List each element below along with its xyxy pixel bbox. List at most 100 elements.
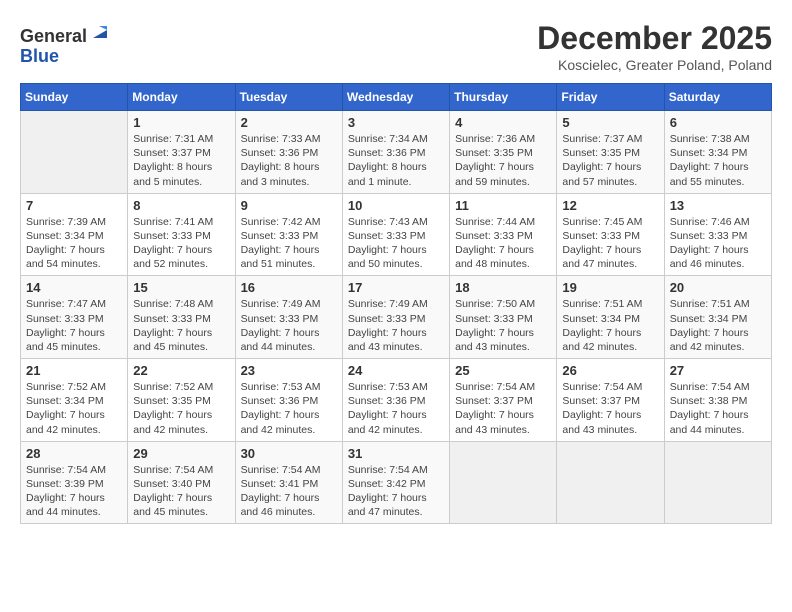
calendar-cell: 26 Sunrise: 7:54 AM Sunset: 3:37 PM Dayli… bbox=[557, 359, 664, 442]
day-number: 22 bbox=[133, 363, 229, 378]
location: Koscielec, Greater Poland, Poland bbox=[537, 57, 772, 73]
calendar-cell: 13 Sunrise: 7:46 AM Sunset: 3:33 PM Dayli… bbox=[664, 193, 771, 276]
day-number: 1 bbox=[133, 115, 229, 130]
day-info: Sunrise: 7:54 AM Sunset: 3:39 PM Dayligh… bbox=[26, 463, 122, 520]
calendar-cell: 29Sunrise: 7:54 AM Sunset: 3:40 PM Dayli… bbox=[128, 441, 235, 524]
calendar-week-row: 28 Sunrise: 7:54 AM Sunset: 3:39 PM Dayli… bbox=[21, 441, 772, 524]
day-info: Sunrise: 7:44 AM Sunset: 3:33 PM Dayligh… bbox=[455, 215, 551, 272]
day-info: Sunrise: 7:51 AM Sunset: 3:34 PM Dayligh… bbox=[670, 297, 766, 354]
day-number: 19 bbox=[562, 280, 658, 295]
day-info: Sunrise: 7:50 AM Sunset: 3:33 PM Dayligh… bbox=[455, 297, 551, 354]
calendar-cell bbox=[664, 441, 771, 524]
weekday-header-cell: Monday bbox=[128, 84, 235, 111]
weekday-header-cell: Tuesday bbox=[235, 84, 342, 111]
day-number: 25 bbox=[455, 363, 551, 378]
calendar-cell: 23Sunrise: 7:53 AM Sunset: 3:36 PM Dayli… bbox=[235, 359, 342, 442]
calendar-cell: 30 Sunrise: 7:54 AM Sunset: 3:41 PM Dayli… bbox=[235, 441, 342, 524]
day-number: 12 bbox=[562, 198, 658, 213]
day-info: Sunrise: 7:54 AM Sunset: 3:37 PM Dayligh… bbox=[562, 380, 658, 437]
calendar-cell: 16Sunrise: 7:49 AM Sunset: 3:33 PM Dayli… bbox=[235, 276, 342, 359]
day-number: 28 bbox=[26, 446, 122, 461]
calendar-cell: 5 Sunrise: 7:37 AM Sunset: 3:35 PM Daylig… bbox=[557, 111, 664, 194]
calendar-cell: 18Sunrise: 7:50 AM Sunset: 3:33 PM Dayli… bbox=[450, 276, 557, 359]
day-number: 3 bbox=[348, 115, 444, 130]
calendar-cell bbox=[21, 111, 128, 194]
page-header: General Blue December 2025 Koscielec, Gr… bbox=[20, 20, 772, 73]
weekday-header-cell: Saturday bbox=[664, 84, 771, 111]
weekday-header-cell: Thursday bbox=[450, 84, 557, 111]
day-number: 2 bbox=[241, 115, 337, 130]
calendar-week-row: 7 Sunrise: 7:39 AM Sunset: 3:34 PM Daylig… bbox=[21, 193, 772, 276]
day-info: Sunrise: 7:47 AM Sunset: 3:33 PM Dayligh… bbox=[26, 297, 122, 354]
day-number: 5 bbox=[562, 115, 658, 130]
day-info: Sunrise: 7:49 AM Sunset: 3:33 PM Dayligh… bbox=[348, 297, 444, 354]
day-info: Sunrise: 7:49 AM Sunset: 3:33 PM Dayligh… bbox=[241, 297, 337, 354]
calendar-cell: 1Sunrise: 7:31 AM Sunset: 3:37 PM Daylig… bbox=[128, 111, 235, 194]
day-info: Sunrise: 7:52 AM Sunset: 3:34 PM Dayligh… bbox=[26, 380, 122, 437]
day-info: Sunrise: 7:45 AM Sunset: 3:33 PM Dayligh… bbox=[562, 215, 658, 272]
day-info: Sunrise: 7:36 AM Sunset: 3:35 PM Dayligh… bbox=[455, 132, 551, 189]
calendar-cell: 31 Sunrise: 7:54 AM Sunset: 3:42 PM Dayli… bbox=[342, 441, 449, 524]
day-number: 27 bbox=[670, 363, 766, 378]
day-info: Sunrise: 7:51 AM Sunset: 3:34 PM Dayligh… bbox=[562, 297, 658, 354]
calendar-cell: 28 Sunrise: 7:54 AM Sunset: 3:39 PM Dayli… bbox=[21, 441, 128, 524]
day-number: 31 bbox=[348, 446, 444, 461]
logo-blue: Blue bbox=[20, 46, 59, 66]
calendar-cell: 7 Sunrise: 7:39 AM Sunset: 3:34 PM Daylig… bbox=[21, 193, 128, 276]
day-number: 15 bbox=[133, 280, 229, 295]
day-number: 23 bbox=[241, 363, 337, 378]
calendar-cell: 2 Sunrise: 7:33 AM Sunset: 3:36 PM Daylig… bbox=[235, 111, 342, 194]
calendar-cell: 10Sunrise: 7:43 AM Sunset: 3:33 PM Dayli… bbox=[342, 193, 449, 276]
calendar-cell: 22 Sunrise: 7:52 AM Sunset: 3:35 PM Dayli… bbox=[128, 359, 235, 442]
day-number: 20 bbox=[670, 280, 766, 295]
calendar-cell bbox=[450, 441, 557, 524]
day-number: 21 bbox=[26, 363, 122, 378]
calendar-cell: 4 Sunrise: 7:36 AM Sunset: 3:35 PM Daylig… bbox=[450, 111, 557, 194]
title-block: December 2025 Koscielec, Greater Poland,… bbox=[537, 20, 772, 73]
day-info: Sunrise: 7:54 AM Sunset: 3:42 PM Dayligh… bbox=[348, 463, 444, 520]
calendar-cell: 21 Sunrise: 7:52 AM Sunset: 3:34 PM Dayli… bbox=[21, 359, 128, 442]
calendar-cell: 27 Sunrise: 7:54 AM Sunset: 3:38 PM Dayli… bbox=[664, 359, 771, 442]
day-number: 10 bbox=[348, 198, 444, 213]
day-info: Sunrise: 7:42 AM Sunset: 3:33 PM Dayligh… bbox=[241, 215, 337, 272]
calendar-week-row: 1Sunrise: 7:31 AM Sunset: 3:37 PM Daylig… bbox=[21, 111, 772, 194]
day-info: Sunrise: 7:41 AM Sunset: 3:33 PM Dayligh… bbox=[133, 215, 229, 272]
day-number: 8 bbox=[133, 198, 229, 213]
day-info: Sunrise: 7:33 AM Sunset: 3:36 PM Dayligh… bbox=[241, 132, 337, 189]
logo-icon bbox=[89, 20, 111, 42]
calendar-cell: 20 Sunrise: 7:51 AM Sunset: 3:34 PM Dayli… bbox=[664, 276, 771, 359]
day-number: 26 bbox=[562, 363, 658, 378]
day-info: Sunrise: 7:54 AM Sunset: 3:40 PM Dayligh… bbox=[133, 463, 229, 520]
day-number: 13 bbox=[670, 198, 766, 213]
calendar-body: 1Sunrise: 7:31 AM Sunset: 3:37 PM Daylig… bbox=[21, 111, 772, 524]
calendar-cell: 25 Sunrise: 7:54 AM Sunset: 3:37 PM Dayli… bbox=[450, 359, 557, 442]
day-info: Sunrise: 7:54 AM Sunset: 3:37 PM Dayligh… bbox=[455, 380, 551, 437]
calendar-cell: 8 Sunrise: 7:41 AM Sunset: 3:33 PM Daylig… bbox=[128, 193, 235, 276]
day-number: 7 bbox=[26, 198, 122, 213]
day-number: 11 bbox=[455, 198, 551, 213]
day-info: Sunrise: 7:52 AM Sunset: 3:35 PM Dayligh… bbox=[133, 380, 229, 437]
calendar-cell: 24Sunrise: 7:53 AM Sunset: 3:36 PM Dayli… bbox=[342, 359, 449, 442]
day-info: Sunrise: 7:48 AM Sunset: 3:33 PM Dayligh… bbox=[133, 297, 229, 354]
day-info: Sunrise: 7:54 AM Sunset: 3:38 PM Dayligh… bbox=[670, 380, 766, 437]
calendar-week-row: 14 Sunrise: 7:47 AM Sunset: 3:33 PM Dayli… bbox=[21, 276, 772, 359]
day-info: Sunrise: 7:39 AM Sunset: 3:34 PM Dayligh… bbox=[26, 215, 122, 272]
weekday-header-cell: Sunday bbox=[21, 84, 128, 111]
calendar-cell: 15 Sunrise: 7:48 AM Sunset: 3:33 PM Dayli… bbox=[128, 276, 235, 359]
calendar-cell: 19 Sunrise: 7:51 AM Sunset: 3:34 PM Dayli… bbox=[557, 276, 664, 359]
day-info: Sunrise: 7:38 AM Sunset: 3:34 PM Dayligh… bbox=[670, 132, 766, 189]
day-number: 30 bbox=[241, 446, 337, 461]
day-info: Sunrise: 7:54 AM Sunset: 3:41 PM Dayligh… bbox=[241, 463, 337, 520]
day-info: Sunrise: 7:37 AM Sunset: 3:35 PM Dayligh… bbox=[562, 132, 658, 189]
calendar-cell: 3Sunrise: 7:34 AM Sunset: 3:36 PM Daylig… bbox=[342, 111, 449, 194]
calendar-cell: 14 Sunrise: 7:47 AM Sunset: 3:33 PM Dayli… bbox=[21, 276, 128, 359]
day-number: 4 bbox=[455, 115, 551, 130]
day-number: 17 bbox=[348, 280, 444, 295]
day-info: Sunrise: 7:46 AM Sunset: 3:33 PM Dayligh… bbox=[670, 215, 766, 272]
weekday-header-row: SundayMondayTuesdayWednesdayThursdayFrid… bbox=[21, 84, 772, 111]
day-number: 6 bbox=[670, 115, 766, 130]
day-number: 24 bbox=[348, 363, 444, 378]
day-number: 14 bbox=[26, 280, 122, 295]
calendar-table: SundayMondayTuesdayWednesdayThursdayFrid… bbox=[20, 83, 772, 524]
day-number: 9 bbox=[241, 198, 337, 213]
